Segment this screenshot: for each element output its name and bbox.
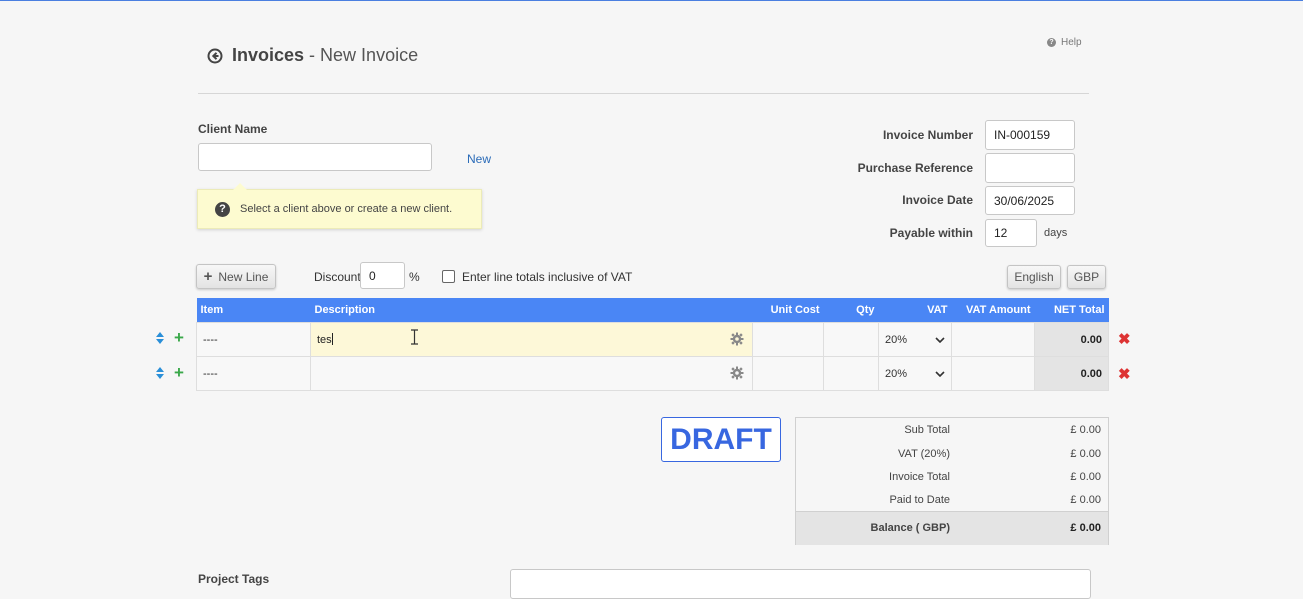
client-tip-text: Select a client above or create a new cl… — [240, 203, 453, 215]
invoice-number-input[interactable] — [985, 120, 1075, 150]
new-line-button[interactable]: + New Line — [196, 264, 276, 289]
chevron-down-icon — [935, 370, 945, 377]
qty-cell[interactable] — [823, 322, 879, 357]
caret — [331, 333, 333, 345]
discount-label: Discount — [314, 270, 361, 284]
sort-updown-icon[interactable] — [155, 331, 165, 345]
table-row: ---- 20% 0.00 — [196, 356, 1109, 391]
delete-icon[interactable]: ✖ — [1118, 330, 1131, 348]
vat-select-value: 20% — [885, 333, 908, 346]
purchase-reference-label: Purchase Reference — [857, 161, 973, 175]
purchase-reference-input[interactable] — [985, 153, 1075, 183]
page-subtitle: New Invoice — [320, 45, 419, 65]
inclusive-vat-checkbox[interactable] — [442, 270, 455, 283]
help-icon: ? — [1047, 38, 1056, 47]
question-icon: ? — [215, 201, 230, 217]
net-total-cell: 0.00 — [1034, 322, 1109, 357]
chevron-down-icon — [935, 336, 945, 343]
unit-cost-cell[interactable] — [752, 322, 824, 357]
gear-icon[interactable] — [730, 332, 744, 346]
paid-to-date-value: £ 0.00 — [1070, 494, 1101, 506]
row-controls: + — [155, 364, 184, 381]
payable-within-label: Payable within — [889, 226, 973, 240]
project-tags-label: Project Tags — [198, 572, 270, 586]
col-qty: Qty — [823, 298, 879, 323]
paid-to-date-label: Paid to Date — [889, 494, 950, 506]
item-cell[interactable]: ---- — [196, 322, 311, 357]
delete-icon[interactable]: ✖ — [1118, 365, 1131, 383]
breadcrumb-invoices[interactable]: Invoices — [232, 45, 304, 66]
add-line-icon[interactable]: + — [174, 329, 184, 346]
col-vat-amount: VAT Amount — [951, 298, 1035, 323]
vat-select[interactable]: 20% — [885, 368, 945, 380]
client-tooltip: ? Select a client above or create a new … — [197, 183, 482, 229]
col-vat: VAT — [878, 298, 952, 323]
plus-icon: + — [203, 268, 213, 285]
item-cell[interactable]: ---- — [196, 356, 311, 391]
vat-select-value: 20% — [885, 367, 908, 380]
add-line-icon[interactable]: + — [174, 364, 184, 381]
percent-label: % — [409, 270, 420, 284]
col-item: Item — [196, 298, 311, 323]
vat-total-value: £ 0.00 — [1070, 448, 1101, 460]
description-cell[interactable] — [310, 356, 753, 391]
invoice-date-input[interactable] — [985, 186, 1075, 215]
currency-button[interactable]: GBP — [1067, 265, 1106, 289]
vat-select[interactable]: 20% — [885, 334, 945, 346]
balance-row: Balance ( GBP) £ 0.00 — [796, 511, 1108, 545]
back-arrow-icon[interactable] — [207, 48, 223, 64]
balance-value: £ 0.00 — [1070, 522, 1101, 534]
sub-total-value: £ 0.00 — [1070, 424, 1101, 436]
page-title: Invoices - New Invoice — [207, 45, 418, 66]
unit-cost-cell[interactable] — [752, 356, 824, 391]
totals-panel: Sub Total £ 0.00 VAT (20%) £ 0.00 Invoic… — [795, 417, 1109, 545]
new-line-label: New Line — [218, 269, 269, 284]
invoice-lines-table: Item Description Unit Cost Qty VAT VAT A… — [196, 298, 1109, 391]
net-total-cell: 0.00 — [1034, 356, 1109, 391]
sub-total-label: Sub Total — [904, 424, 950, 436]
vat-amount-cell — [951, 322, 1035, 357]
inclusive-vat-label: Enter line totals inclusive of VAT — [462, 270, 633, 284]
client-name-label: Client Name — [198, 122, 268, 136]
invoice-number-label: Invoice Number — [882, 128, 973, 142]
vat-total-label: VAT (20%) — [898, 448, 950, 460]
table-header: Item Description Unit Cost Qty VAT VAT A… — [196, 298, 1109, 323]
description-text: tes — [317, 334, 332, 346]
description-cell[interactable]: tes — [310, 322, 753, 357]
project-tags-input[interactable] — [510, 569, 1091, 599]
vat-cell[interactable]: 20% — [878, 356, 952, 391]
col-unit-cost: Unit Cost — [752, 298, 824, 323]
draft-badge: DRAFT — [661, 417, 781, 462]
help-label: Help — [1061, 37, 1082, 48]
discount-input[interactable] — [360, 262, 405, 289]
payable-within-input[interactable] — [985, 219, 1037, 247]
gear-icon[interactable] — [730, 366, 744, 380]
col-net-total: NET Total — [1034, 298, 1109, 323]
help-link[interactable]: ? Help — [1047, 37, 1082, 48]
invoice-date-label: Invoice Date — [902, 193, 973, 207]
vat-cell[interactable]: 20% — [878, 322, 952, 357]
vat-amount-cell — [951, 356, 1035, 391]
invoice-total-value: £ 0.00 — [1070, 471, 1101, 483]
language-button[interactable]: English — [1007, 265, 1061, 289]
title-separator: - — [309, 45, 316, 65]
row-controls: + — [155, 329, 184, 346]
table-row: ---- tes 20% 0.00 — [196, 322, 1109, 357]
qty-cell[interactable] — [823, 356, 879, 391]
header-divider — [198, 93, 1089, 94]
new-client-link[interactable]: New — [467, 152, 491, 166]
invoice-total-label: Invoice Total — [889, 471, 950, 483]
balance-label: Balance ( GBP) — [870, 522, 950, 534]
col-description: Description — [310, 298, 753, 323]
client-name-input[interactable] — [198, 143, 432, 171]
days-label: days — [1044, 227, 1068, 239]
sort-updown-icon[interactable] — [155, 366, 165, 380]
text-cursor-icon — [411, 329, 418, 345]
